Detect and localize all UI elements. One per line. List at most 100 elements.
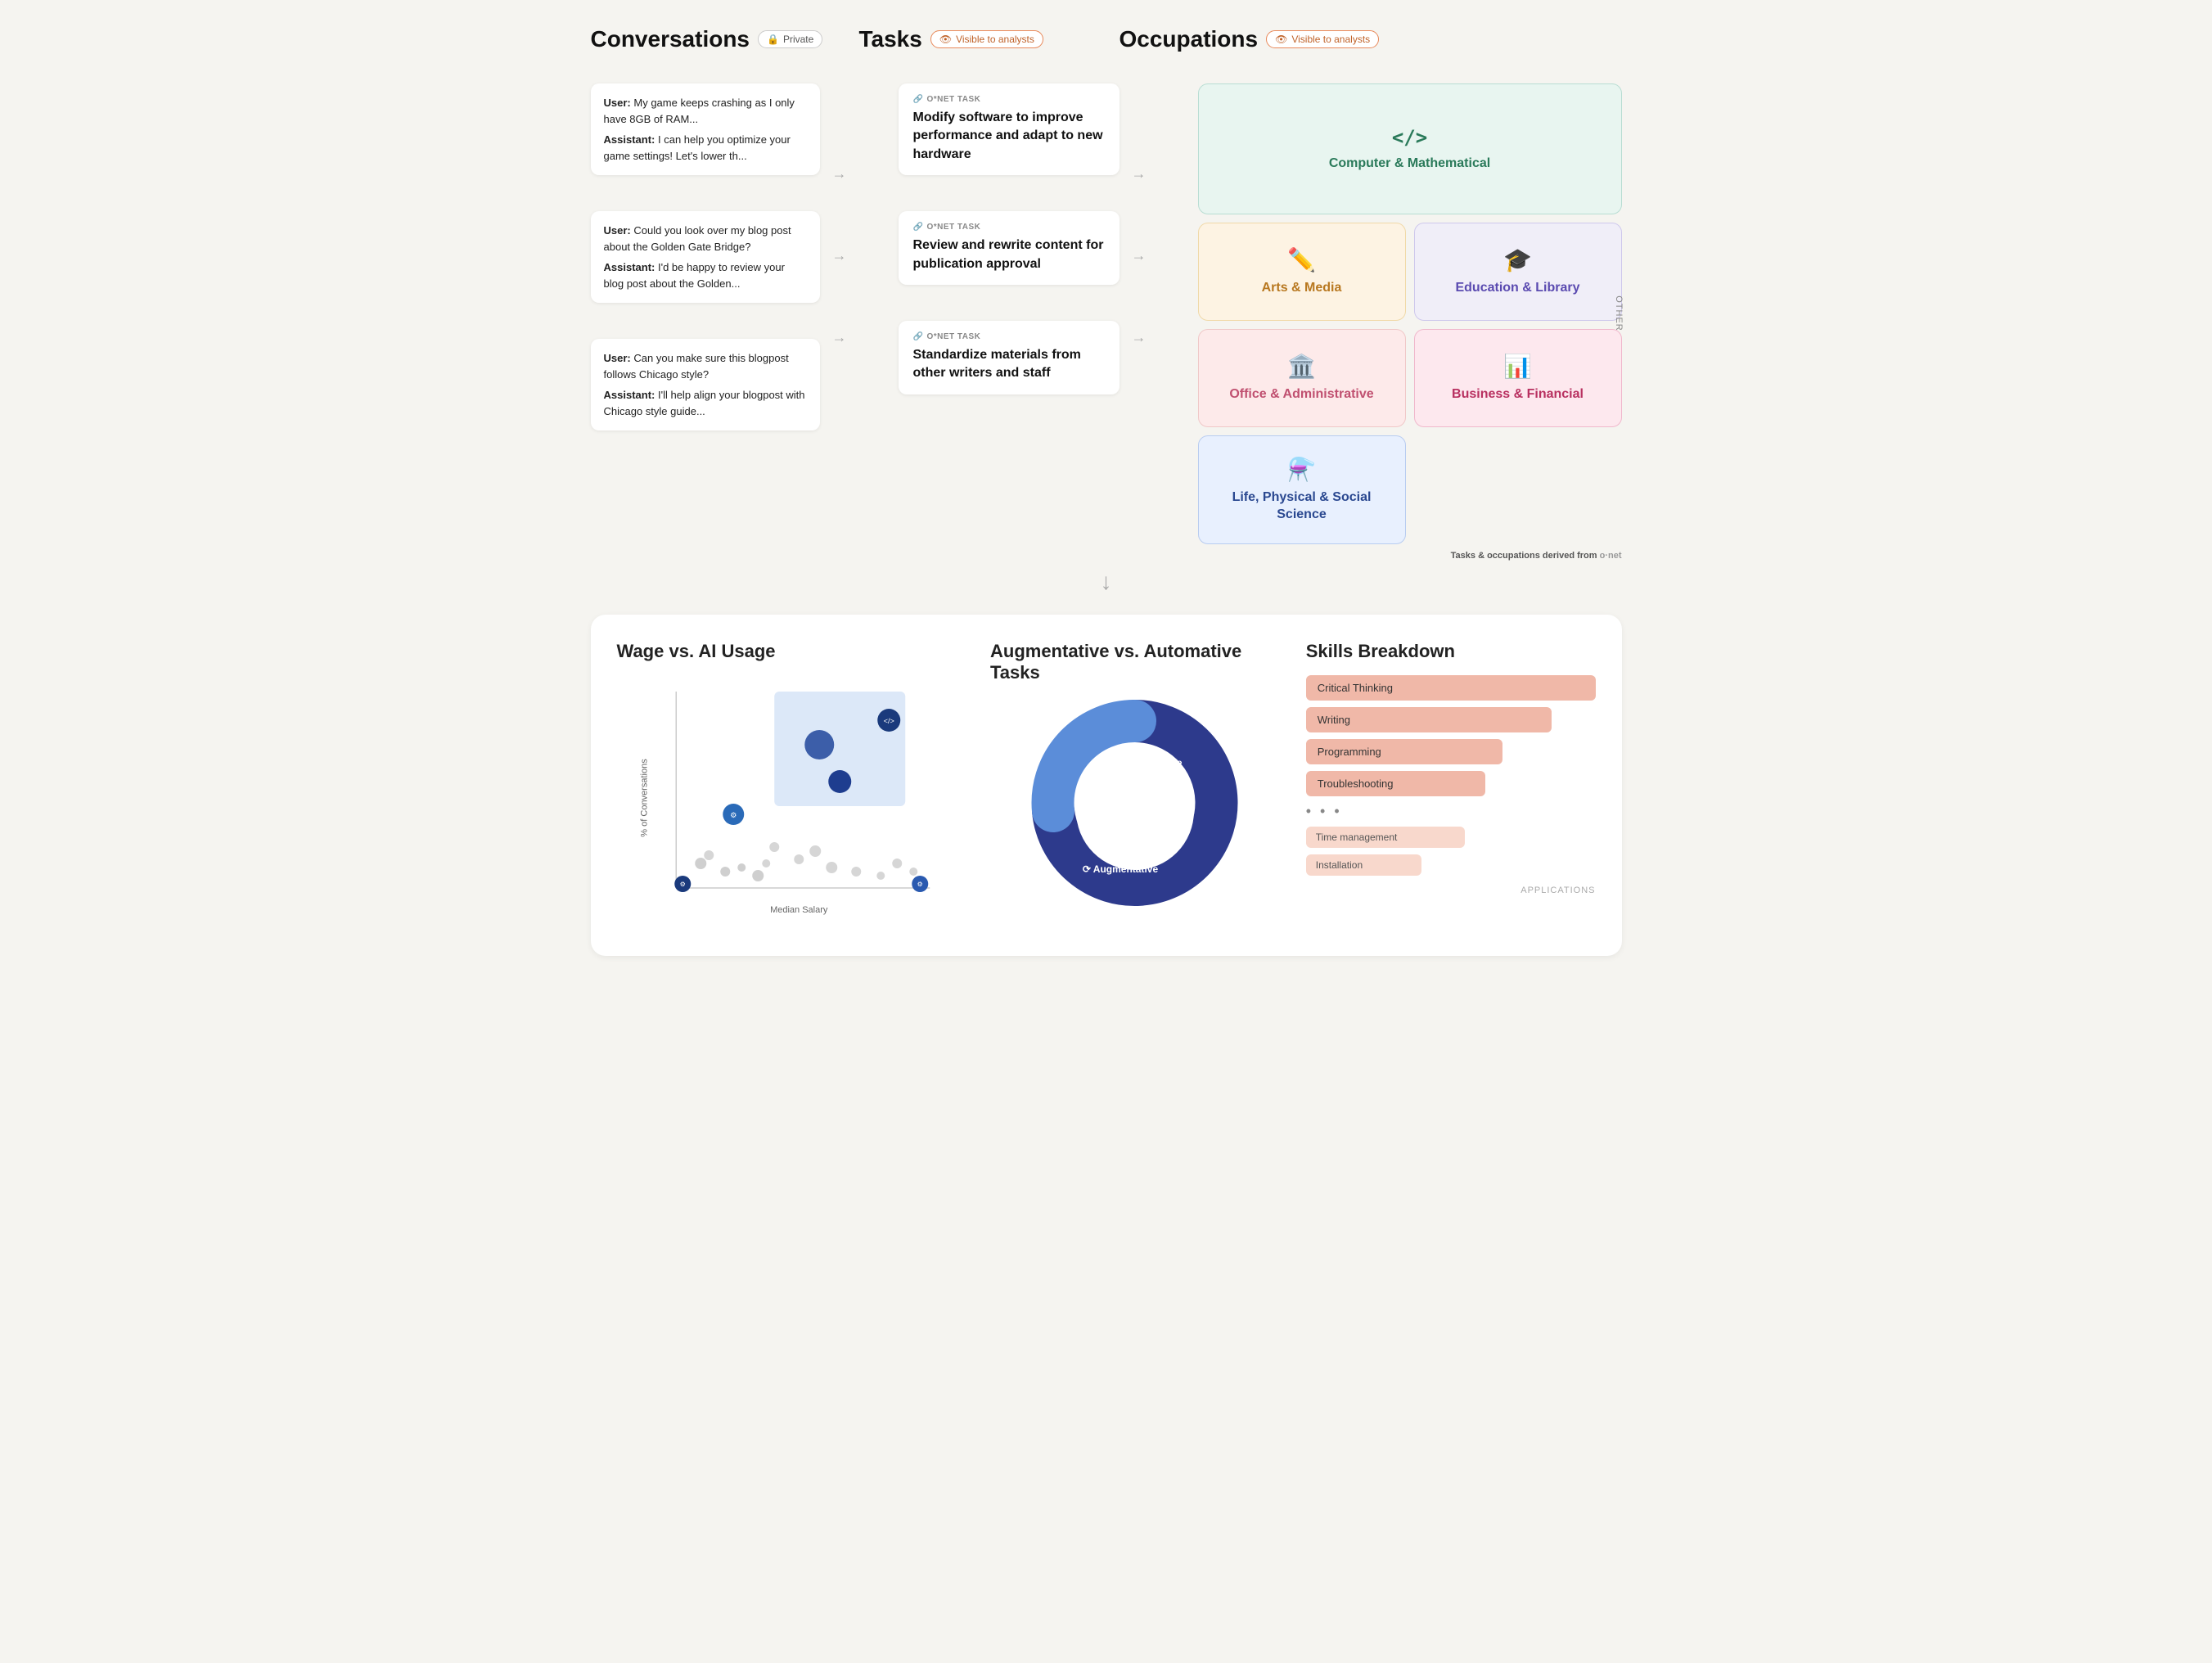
x-label: Median Salary bbox=[770, 905, 828, 915]
conv2-user-text: Could you look over my blog post about t… bbox=[604, 224, 791, 253]
skills-area: Skills Breakdown Critical Thinking Writi… bbox=[1306, 641, 1596, 930]
task-label-2: 🔗 O*NET TASK bbox=[913, 223, 1105, 232]
user-label-3: User: bbox=[604, 352, 631, 364]
skills-title: Skills Breakdown bbox=[1306, 641, 1596, 662]
assistant-label: Assistant: bbox=[604, 133, 655, 146]
occ-card-business[interactable]: 📊 Business & Financial bbox=[1414, 329, 1622, 427]
conv1-user-text: My game keeps crashing as I only have 8G… bbox=[604, 97, 795, 125]
link-icon-1: 🔗 bbox=[913, 95, 924, 104]
occ-title-arts: Arts & Media bbox=[1262, 280, 1342, 297]
top-content: User: My game keeps crashing as I only h… bbox=[591, 83, 1622, 561]
other-label: Other bbox=[1614, 296, 1624, 332]
tasks-column: 🔗 O*NET TASK Modify software to improve … bbox=[899, 83, 1120, 406]
wage-chart-area: Wage vs. AI Usage % of Conversations Med… bbox=[617, 641, 965, 930]
link-icon-3: 🔗 bbox=[913, 332, 924, 341]
occ-title-business: Business & Financial bbox=[1452, 386, 1584, 403]
main-container: Conversations 🔒 Private Tasks 👁 Visible … bbox=[591, 26, 1622, 956]
dot bbox=[769, 842, 779, 852]
wage-chart-title: Wage vs. AI Usage bbox=[617, 641, 965, 662]
user-label-2: User: bbox=[604, 224, 631, 237]
large-dot bbox=[804, 730, 834, 759]
link-icon-2: 🔗 bbox=[913, 223, 924, 232]
occ-card-education[interactable]: 🎓 Education & Library bbox=[1414, 223, 1622, 321]
computer-dot-icon: </> bbox=[883, 717, 894, 725]
user-label: User: bbox=[604, 97, 631, 109]
donut-title: Augmentative vs. Automative Tasks bbox=[990, 641, 1280, 683]
arts-icon: ✏️ bbox=[1287, 246, 1316, 273]
y-label: % of Conversations bbox=[639, 758, 649, 836]
conversations-column: User: My game keeps crashing as I only h… bbox=[591, 83, 820, 442]
dot bbox=[826, 862, 837, 873]
occ-card-computer[interactable]: </> Computer & Mathematical bbox=[1198, 83, 1622, 214]
arrow-right-3: → bbox=[820, 296, 859, 378]
arrow-right-4: → bbox=[1120, 133, 1159, 214]
bottom-left-icon: ⚙ bbox=[679, 881, 685, 888]
dot bbox=[892, 859, 902, 868]
arts-dot-icon: ⚙ bbox=[730, 811, 737, 819]
skill-bar-programming: Programming bbox=[1306, 739, 1503, 764]
skill-bar-critical-thinking: Critical Thinking bbox=[1306, 675, 1596, 701]
dot bbox=[809, 845, 821, 857]
occ-card-office[interactable]: 🏛️ Office & Administrative bbox=[1198, 329, 1406, 427]
automative-label-top: ⚙ Automative bbox=[1117, 757, 1182, 768]
arrow-col-1: → → → bbox=[820, 83, 859, 378]
dot bbox=[737, 863, 746, 872]
assistant-label-2: Assistant: bbox=[604, 261, 655, 273]
occupations-grid: </> Computer & Mathematical ✏️ Arts & Me… bbox=[1198, 83, 1622, 544]
skill-bar-troubleshooting: Troubleshooting bbox=[1306, 771, 1485, 796]
task-card-1: 🔗 O*NET TASK Modify software to improve … bbox=[899, 83, 1120, 175]
occ-title-office: Office & Administrative bbox=[1229, 386, 1373, 403]
skill-more-dots: • • • bbox=[1306, 803, 1596, 820]
science-icon: ⚗️ bbox=[1287, 456, 1316, 483]
occupations-column: </> Computer & Mathematical ✏️ Arts & Me… bbox=[1198, 83, 1622, 561]
occupations-title: Occupations bbox=[1120, 26, 1259, 52]
donut-container: ⚙ Automative ⟳ Augmentative bbox=[1029, 696, 1241, 930]
tasks-header: Tasks 👁 Visible to analysts bbox=[859, 26, 1080, 69]
task-text-1: Modify software to improve performance a… bbox=[913, 109, 1105, 164]
eye-icon: 👁 bbox=[939, 34, 952, 45]
conversation-card-3: User: Can you make sure this blogpost fo… bbox=[591, 339, 820, 430]
task-text-3: Standardize materials from other writers… bbox=[913, 346, 1105, 383]
education-icon: 🎓 bbox=[1503, 246, 1532, 273]
dot bbox=[695, 858, 706, 869]
private-badge: 🔒 Private bbox=[758, 30, 822, 48]
office-icon: 🏛️ bbox=[1287, 353, 1316, 380]
dot bbox=[851, 867, 861, 877]
task-card-2: 🔗 O*NET TASK Review and rewrite content … bbox=[899, 211, 1120, 285]
conversations-header: Conversations 🔒 Private bbox=[591, 26, 820, 69]
occ-title-science: Life, Physical & Social Science bbox=[1212, 489, 1392, 524]
task-label-1: 🔗 O*NET TASK bbox=[913, 95, 1105, 104]
tasks-title: Tasks bbox=[859, 26, 922, 52]
arrow-right-2: → bbox=[820, 214, 859, 296]
business-icon: 📊 bbox=[1503, 353, 1532, 380]
skill-bar-time-mgmt: Time management bbox=[1306, 827, 1466, 848]
medium-dot bbox=[828, 770, 851, 793]
occ-title-education: Education & Library bbox=[1455, 280, 1579, 297]
conversations-title: Conversations bbox=[591, 26, 750, 52]
conv3-user-text: Can you make sure this blogpost follows … bbox=[604, 352, 789, 381]
arrow-right-5: → bbox=[1120, 214, 1159, 296]
lock-icon: 🔒 bbox=[767, 34, 779, 45]
occupations-visible-badge: 👁 Visible to analysts bbox=[1266, 30, 1379, 48]
skill-bar-installation: Installation bbox=[1306, 854, 1422, 876]
dot bbox=[876, 872, 885, 880]
arrow-right-1: → bbox=[820, 133, 859, 214]
occ-card-science[interactable]: ⚗️ Life, Physical & Social Science bbox=[1198, 435, 1406, 544]
occ-card-arts[interactable]: ✏️ Arts & Media bbox=[1198, 223, 1406, 321]
augmentative-label-bottom: ⟳ Augmentative bbox=[1083, 863, 1159, 875]
column-headers: Conversations 🔒 Private Tasks 👁 Visible … bbox=[591, 26, 1622, 69]
donut-svg: ⚙ Automative ⟳ Augmentative bbox=[1029, 696, 1241, 926]
assistant-label-3: Assistant: bbox=[604, 389, 655, 401]
dot bbox=[762, 859, 770, 868]
wage-chart-svg: % of Conversations Median Salary bbox=[617, 675, 965, 921]
computer-icon: </> bbox=[1392, 126, 1427, 149]
task-text-2: Review and rewrite content for publicati… bbox=[913, 237, 1105, 273]
bottom-section: Wage vs. AI Usage % of Conversations Med… bbox=[591, 615, 1622, 956]
donut-chart-area: Augmentative vs. Automative Tasks ⚙ Auto… bbox=[990, 641, 1280, 930]
tasks-visible-badge: 👁 Visible to analysts bbox=[930, 30, 1043, 48]
conversation-card-1: User: My game keeps crashing as I only h… bbox=[591, 83, 820, 175]
dot bbox=[794, 854, 804, 864]
applications-label: APPLICATIONS bbox=[1306, 886, 1596, 895]
wage-chart: % of Conversations Median Salary bbox=[617, 675, 965, 921]
dot bbox=[752, 870, 764, 881]
